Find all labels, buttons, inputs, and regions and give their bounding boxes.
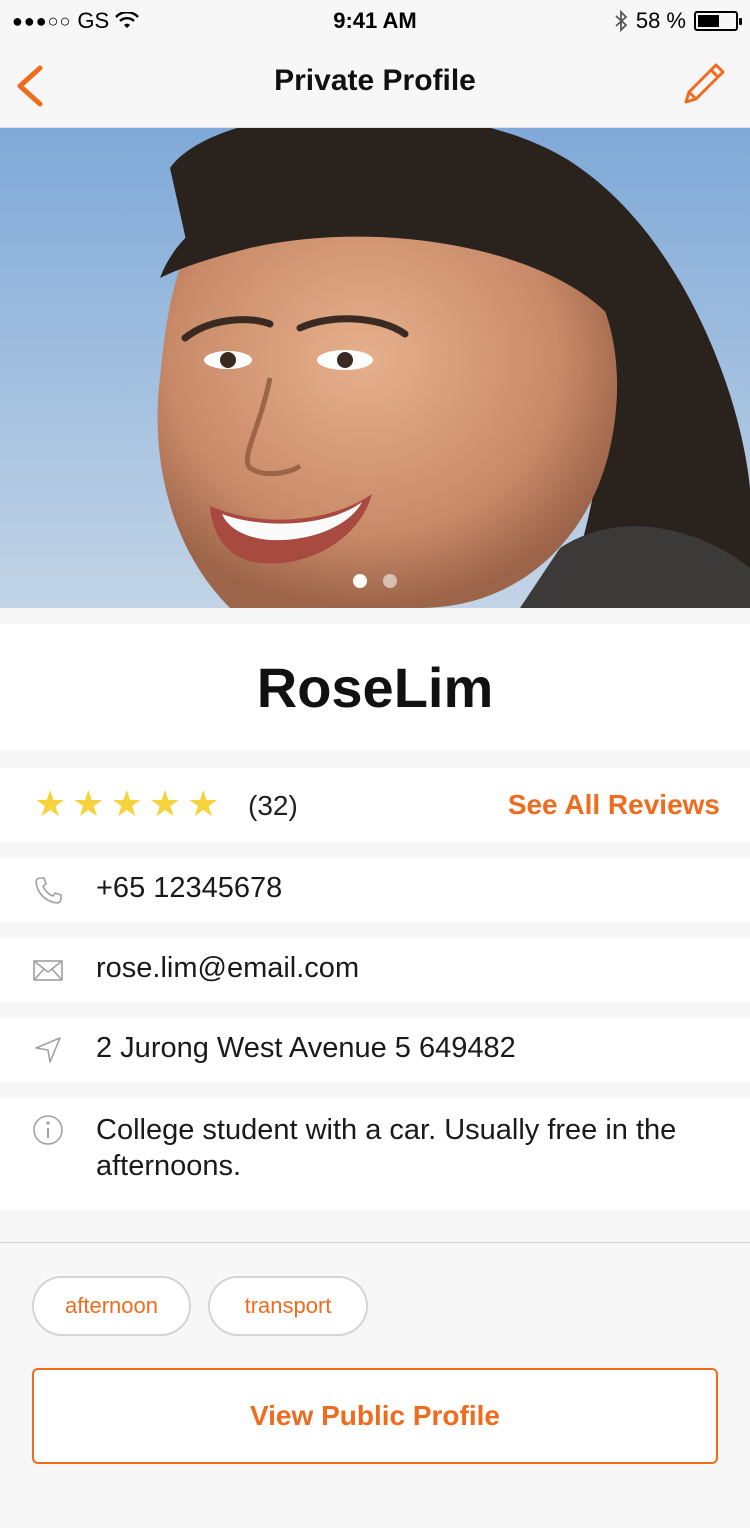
phone-row[interactable]: +65 12345678 xyxy=(0,858,750,922)
email-address: rose.lim@email.com xyxy=(96,952,360,984)
address-row[interactable]: 2 Jurong West Avenue 5 649482 xyxy=(0,1018,750,1082)
star-icon: ★ xyxy=(187,783,220,824)
battery-percent: 58 % xyxy=(635,8,686,33)
tag-chip[interactable]: afternoon xyxy=(32,1276,191,1336)
profile-photo-carousel[interactable] xyxy=(0,128,750,608)
page-dot[interactable] xyxy=(383,574,397,588)
location-arrow-icon xyxy=(35,1037,61,1063)
profile-photo xyxy=(0,128,750,608)
navigation-bar: Private Profile xyxy=(0,40,750,128)
envelope-icon xyxy=(33,960,63,981)
review-count: (32) xyxy=(248,790,298,821)
about-text: College student with a car. Usually free… xyxy=(96,1114,677,1182)
profile-name: RoseLim xyxy=(256,655,494,719)
star-icon: ★ xyxy=(72,783,105,824)
section-divider xyxy=(0,1242,750,1243)
phone-icon xyxy=(35,877,62,904)
battery-icon xyxy=(694,11,742,31)
rating-row: ★ ★ ★ ★ ★ (32) See All Reviews xyxy=(0,768,750,842)
phone-number: +65 12345678 xyxy=(96,872,283,904)
page-dot-active[interactable] xyxy=(353,574,367,588)
about-row: College student with a car. Usually free… xyxy=(0,1098,750,1210)
star-icon: ★ xyxy=(110,783,143,824)
bluetooth-icon xyxy=(615,10,628,32)
view-public-profile-button[interactable]: View Public Profile xyxy=(32,1368,718,1464)
name-card: RoseLim xyxy=(0,624,750,750)
edit-pencil-icon[interactable] xyxy=(680,60,728,108)
tag-chip[interactable]: transport xyxy=(208,1276,368,1336)
star-icon: ★ xyxy=(148,783,182,824)
info-icon xyxy=(33,1115,63,1145)
page-title: Private Profile xyxy=(274,64,476,97)
carousel-page-indicator xyxy=(0,574,750,588)
status-right: 58 % xyxy=(614,8,742,34)
battery-level xyxy=(698,15,719,27)
star-rating: ★ ★ ★ ★ ★ xyxy=(34,786,219,822)
star-icon: ★ xyxy=(34,783,67,824)
address-text: 2 Jurong West Avenue 5 649482 xyxy=(96,1032,516,1064)
status-bar: ●●●○○ GS 9:41 AM 58 % xyxy=(0,0,750,40)
email-row[interactable]: rose.lim@email.com xyxy=(0,938,750,1002)
see-all-reviews-link[interactable]: See All Reviews xyxy=(508,789,720,821)
